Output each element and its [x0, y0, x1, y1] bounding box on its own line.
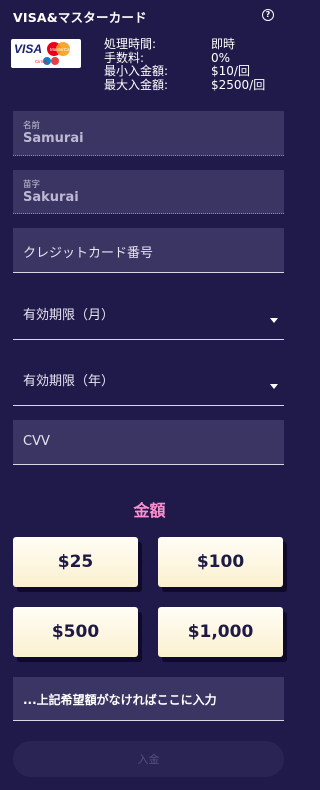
amount-button-25[interactable]: $25: [13, 537, 138, 587]
expiry-month-select[interactable]: 有効期限（月）: [13, 290, 284, 340]
info-row-min-deposit: 最小入金額: $10/回: [104, 64, 265, 79]
custom-amount-input[interactable]: ...上記希望額がなければここに入力: [13, 677, 284, 721]
info-row-max-deposit: 最大入金額: $2500/回: [104, 77, 266, 93]
info-label: 最大入金額:: [104, 77, 169, 92]
card-number-placeholder: クレジットカード番号: [23, 246, 154, 261]
info-value: $2500/回: [211, 77, 266, 92]
expiry-year-select[interactable]: 有効期限（年）: [13, 356, 284, 406]
amount-button-1000[interactable]: $1,000: [158, 607, 283, 657]
last-name-field[interactable]: 苗字 Sakurai: [13, 170, 284, 214]
expiry-year-placeholder: 有効期限（年）: [23, 374, 115, 389]
info-label: 処理時間:: [104, 37, 157, 51]
info-value: $10/回: [211, 64, 250, 78]
card-number-input[interactable]: クレジットカード番号: [13, 228, 284, 273]
info-label: 手数料:: [104, 50, 145, 65]
last-name-value: Sakurai: [23, 190, 79, 205]
info-row-fee: 手数料: 0%: [104, 50, 265, 66]
first-name-value: Samurai: [23, 131, 84, 146]
amount-title: 金額: [133, 501, 166, 520]
amount-button-500[interactable]: $500: [13, 607, 138, 657]
payment-info: 処理時間: 即時 手数料: 0% 最小入金額: $10/回 最大入金額: $25…: [104, 37, 266, 93]
svg-text:VISA: VISA: [14, 42, 42, 56]
info-value: 0%: [211, 50, 231, 65]
deposit-submit-button[interactable]: 入金: [13, 741, 284, 777]
question-circle-icon[interactable]: ?: [262, 9, 274, 21]
amount-button-100[interactable]: $100: [158, 537, 283, 587]
first-name-field[interactable]: 名前 Samurai: [13, 111, 284, 156]
info-row-processing-time: 処理時間: 即時: [104, 37, 265, 52]
svg-text:MasterCard: MasterCard: [50, 47, 74, 52]
chevron-down-icon: [270, 318, 278, 323]
cvv-input[interactable]: CVV: [13, 420, 284, 465]
header: VISA&マスターカード ?: [13, 7, 288, 27]
page-title: VISA&マスターカード: [13, 10, 147, 25]
card-brand-logo: VISA MasterCard Cirrus: [11, 39, 81, 68]
info-value: 即時: [211, 37, 236, 51]
last-name-label: 苗字: [23, 180, 41, 190]
first-name-label: 名前: [23, 121, 41, 131]
chevron-down-icon: [270, 384, 278, 389]
cvv-placeholder: CVV: [23, 434, 50, 449]
svg-text:Cirrus: Cirrus: [35, 59, 48, 64]
expiry-month-placeholder: 有効期限（月）: [23, 308, 115, 323]
info-label: 最小入金額:: [104, 64, 169, 78]
visa-mastercard-logo-icon: VISA MasterCard Cirrus: [14, 42, 74, 65]
custom-amount-placeholder: ...上記希望額がなければここに入力: [23, 693, 217, 707]
